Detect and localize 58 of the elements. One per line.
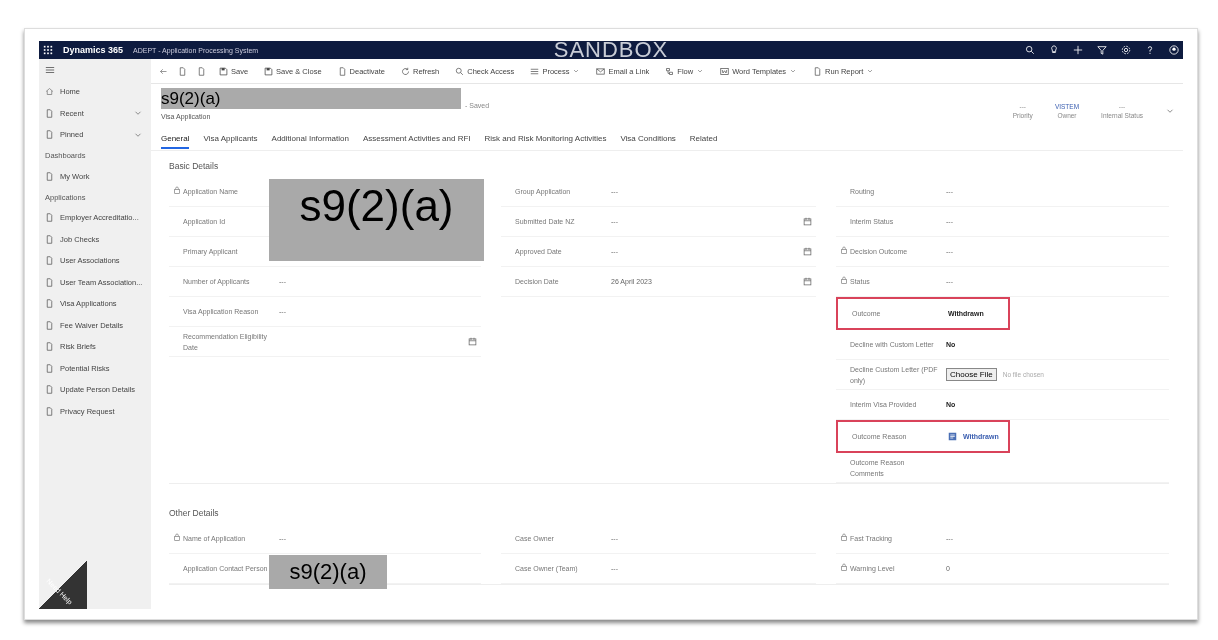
settings-icon [1121, 45, 1131, 55]
document-icon [720, 66, 730, 76]
page-icon [45, 108, 54, 118]
calendar-icon [803, 277, 812, 286]
redaction-block: s9(2)(a) [269, 555, 387, 589]
page-icon [45, 363, 54, 373]
filter-icon [1097, 45, 1107, 55]
app-launcher-icon [43, 45, 53, 55]
save-icon [219, 66, 228, 76]
environment-label: SANDBOX [553, 41, 669, 59]
tab[interactable]: Assessment Activities and RFI [362, 129, 471, 149]
refresh-icon [401, 66, 410, 76]
tab[interactable]: Visa Applicants [203, 129, 258, 149]
page-icon [45, 171, 54, 181]
app-name[interactable]: Dynamics 365 [63, 45, 124, 55]
section-title: Basic Details [169, 160, 220, 173]
menu-icon [45, 65, 55, 75]
search-icon [455, 66, 465, 76]
chevron-icon [866, 67, 875, 75]
redaction-block: s9(2)(a) [161, 88, 461, 109]
section-title: Other Details [169, 507, 220, 520]
record-icon [948, 432, 957, 441]
save-icon [264, 66, 274, 76]
tab[interactable]: Risk and Risk Monitoring Activities [484, 129, 607, 149]
search-icon [1025, 45, 1035, 55]
page-icon [45, 256, 54, 266]
tab[interactable]: General [161, 129, 190, 149]
chevron-icon [696, 67, 705, 75]
page-icon [45, 320, 54, 330]
user-icon [1169, 45, 1179, 55]
page-icon [45, 385, 54, 395]
page-icon [45, 342, 54, 352]
tab[interactable]: Additional Information [271, 129, 349, 149]
report-icon [813, 66, 823, 76]
chevron-icon [572, 67, 581, 75]
redaction-block: s9(2)(a) [269, 179, 484, 261]
lightbulb-icon [1049, 45, 1059, 55]
page-icon [45, 406, 54, 416]
page-icon [45, 299, 54, 309]
page-icon [45, 130, 54, 140]
tab[interactable]: Visa Conditions [620, 129, 676, 149]
calendar-icon [468, 337, 477, 346]
home-icon [45, 87, 54, 97]
chevron-icon [789, 67, 798, 75]
flow-icon [665, 66, 675, 76]
mail-icon [596, 66, 606, 76]
page-icon [45, 213, 54, 223]
calendar-icon [803, 217, 812, 226]
calendar-icon [803, 247, 812, 256]
plus-icon [1073, 45, 1083, 55]
help-icon [1145, 45, 1155, 55]
list-icon [530, 66, 540, 76]
choose-file-button[interactable]: Choose File [946, 368, 997, 381]
tab[interactable]: Related [689, 129, 718, 149]
page-icon [45, 277, 54, 287]
page-icon [45, 234, 54, 244]
back-arrow-icon [159, 66, 168, 76]
page-icon [337, 66, 347, 76]
